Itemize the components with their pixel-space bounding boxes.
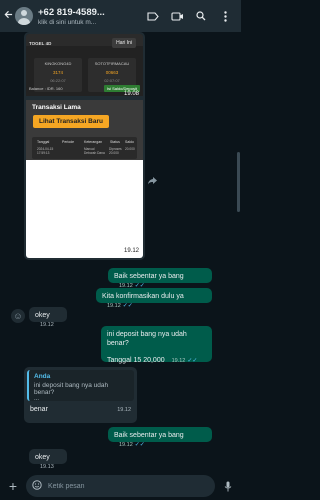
contact-info[interactable]: +62 819-4589... klik di sini untuk m... <box>38 7 141 26</box>
section-title: Transaksi Lama <box>32 104 81 111</box>
draw-number: 00663 <box>105 70 119 75</box>
read-ticks-icon: ✓✓ <box>134 442 145 448</box>
message-time: 19.12 <box>117 407 131 413</box>
message-text: okey <box>35 312 50 319</box>
table-header: Tanggal <box>37 140 50 144</box>
message-bubble-outgoing[interactable]: Baik sebentar ya bang 19.12 ✓✓ <box>108 268 212 289</box>
avatar[interactable] <box>15 7 33 25</box>
balance-text: Balance : IDR. 160 <box>29 86 63 91</box>
message-time: 19.12 <box>123 248 139 254</box>
read-ticks-icon: ✓✓ <box>122 303 133 309</box>
quote-text: ini deposit bang nya udah benar? <box>34 382 109 396</box>
sticker-icon[interactable] <box>32 477 42 495</box>
chat-area[interactable]: TOGEL 4D Hari Ini KINGKONG4D 3174 06:22:… <box>0 32 241 472</box>
table-header: Status <box>110 140 120 144</box>
table-header: Saldo <box>125 140 134 144</box>
message-time: 19.12 <box>171 358 186 364</box>
table-cell: Diproses 20.000 <box>109 147 122 155</box>
message-time: 19.08 <box>123 91 139 97</box>
table-header: Periode <box>62 140 75 144</box>
forward-icon[interactable] <box>147 176 159 188</box>
contact-subtitle: klik di sini untuk m... <box>38 18 97 26</box>
message-text: okey <box>35 454 50 461</box>
scrollbar[interactable] <box>237 152 240 212</box>
contact-name: +62 819-4589... <box>38 6 105 18</box>
image-screenshot-bottom[interactable]: Transaksi Lama Lihat Transaksi Baru Tang… <box>26 100 143 258</box>
plus-icon[interactable]: + <box>6 478 20 494</box>
table-cell: 2024-04-15 17:59:13 <box>37 147 54 155</box>
message-time: 19.12 <box>40 322 54 328</box>
new-transaction-button: Lihat Transaksi Baru <box>33 115 109 128</box>
message-bubble-incoming[interactable]: okey 19.12 <box>29 307 67 328</box>
quote-author: Anda <box>34 373 51 380</box>
transaction-table: Tanggal Periode Keterangan Status Saldo … <box>32 137 137 159</box>
message-time: 19.12 <box>119 442 133 448</box>
message-text-line2: Tanggal 15 20,000 <box>107 357 165 364</box>
chat-header: +62 819-4589... klik di sini untuk m... <box>0 0 241 32</box>
message-text: benar <box>30 406 48 413</box>
read-ticks-icon: ✓✓ <box>187 358 198 364</box>
table-header: Keterangan <box>84 140 103 144</box>
back-arrow-icon[interactable] <box>4 10 14 22</box>
message-text: Baik sebentar ya bang <box>114 432 184 439</box>
reaction-icon[interactable]: ☺ <box>11 309 25 323</box>
image-message[interactable]: TOGEL 4D Hari Ini KINGKONG4D 3174 06:22:… <box>24 32 145 260</box>
table-cell: 20.000 <box>125 147 135 151</box>
message-bubble-outgoing[interactable]: Kita konfirmasikan dulu ya 19.12 ✓✓ <box>96 288 212 309</box>
more-vert-icon[interactable] <box>213 10 237 22</box>
table-cell: Manual Deborah Dana <box>84 147 105 155</box>
search-icon[interactable] <box>189 11 213 21</box>
message-text: Baik sebentar ya bang <box>114 273 184 280</box>
draw-name: SOTOTFIRMACAU <box>94 61 130 66</box>
game-label: TOGEL 4D <box>29 41 52 46</box>
message-input[interactable] <box>48 482 209 490</box>
draw-time: 06:22:07 <box>50 78 66 83</box>
message-text: ini deposit bang nya udah benar? <box>107 331 187 347</box>
video-call-icon[interactable] <box>165 11 189 21</box>
message-text: Kita konfirmasikan dulu ya <box>102 293 184 300</box>
message-bubble-incoming[interactable]: okey 19.13 <box>29 449 67 470</box>
quoted-message[interactable]: Anda ini deposit bang nya udah benar? ..… <box>27 370 134 402</box>
message-input-bar: + <box>0 472 241 500</box>
transaction-panel: Transaksi Lama Lihat Transaksi Baru Tang… <box>26 100 143 160</box>
draw-name: KINGKONG4D <box>44 61 72 66</box>
draw-time: 02:07:07 <box>104 78 120 83</box>
message-time: 19.12 <box>107 303 121 309</box>
message-bubble-outgoing[interactable]: ini deposit bang nya udah benar? Tanggal… <box>101 326 212 364</box>
message-bubble-reply[interactable]: Anda ini deposit bang nya udah benar? ..… <box>24 367 137 423</box>
today-label: Hari Ini <box>112 38 136 48</box>
message-time: 19.13 <box>40 464 54 470</box>
mic-icon[interactable] <box>221 481 235 492</box>
draw-number: 3174 <box>52 70 63 75</box>
label-icon[interactable] <box>141 11 165 21</box>
message-bubble-outgoing[interactable]: Baik sebentar ya bang 19.12 ✓✓ <box>108 427 212 448</box>
message-field[interactable] <box>26 475 215 497</box>
